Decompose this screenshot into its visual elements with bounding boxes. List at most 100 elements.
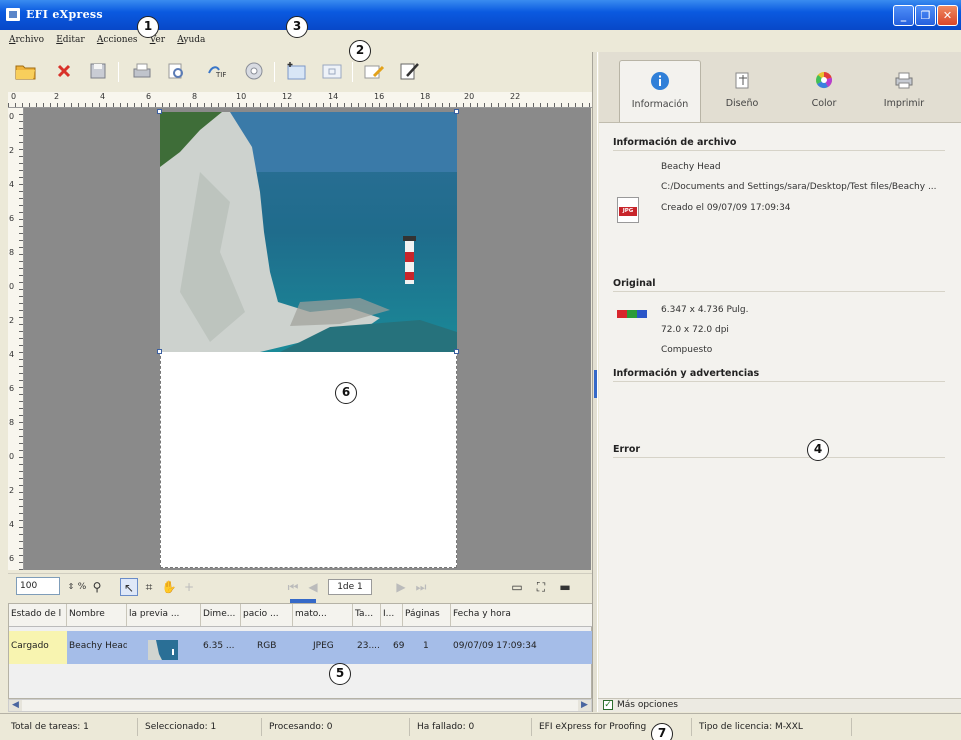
table-row[interactable]: Cargado Beachy Head 6.35 ... RGB JPEG 23… (9, 631, 593, 664)
dimensions-cell: 6.35 ... (203, 641, 235, 651)
horizontal-ruler: 0 2 4 6 8 10 12 14 16 18 20 22 (8, 92, 592, 108)
page-frame-icon[interactable] (320, 59, 344, 83)
ruler-label: 6 (9, 384, 15, 393)
zoom-input[interactable]: 100 (16, 577, 60, 595)
ruler-label: 20 (464, 92, 475, 101)
ruler-label: 0 (9, 282, 15, 291)
last-page-icon[interactable]: ⏭ (412, 578, 430, 596)
resize-handle[interactable] (157, 109, 162, 114)
divider (613, 150, 945, 151)
size-cell: 23.... (357, 641, 380, 651)
ruler-label: 0 (9, 452, 15, 461)
column-header[interactable]: la previa ... (127, 604, 201, 626)
column-header[interactable]: Ta... (353, 604, 381, 626)
jpg-file-label: JPG (619, 207, 637, 216)
fit-page-icon[interactable]: ⛶ (532, 578, 550, 596)
tab-color[interactable]: Color (783, 60, 865, 122)
column-header[interactable]: mato... (293, 604, 353, 626)
ruler-label: 22 (510, 92, 521, 101)
image-preview[interactable] (160, 112, 457, 352)
page-indicator[interactable]: 1de 1 (328, 579, 372, 595)
ruler-label: 6 (146, 92, 152, 101)
resize-handle[interactable] (157, 349, 162, 354)
more-options[interactable]: ✓ Más opciones (598, 698, 961, 712)
ruler-label: 8 (9, 418, 15, 427)
ruler-label: 2 (54, 92, 60, 101)
status-failed: Ha fallado: 0 (410, 718, 532, 736)
minimize-button[interactable]: _ (893, 5, 914, 26)
crosshair-icon[interactable]: + (180, 578, 198, 596)
error-title: Error (613, 444, 641, 455)
save-icon[interactable] (86, 59, 110, 83)
rgb-color-icon (617, 310, 647, 318)
ruler-label: 14 (328, 92, 339, 101)
select-arrow-icon[interactable]: ↖ (120, 578, 138, 596)
column-header[interactable]: pacio ... (241, 604, 293, 626)
full-screen-icon[interactable]: ▬ (556, 578, 574, 596)
resize-handle[interactable] (454, 349, 459, 354)
edit-icon[interactable] (362, 59, 386, 83)
column-header[interactable]: I... (381, 604, 403, 626)
column-header[interactable]: Fecha y hora (451, 604, 593, 626)
column-header[interactable]: Estado de l (9, 604, 67, 626)
panel-splitter-grip[interactable] (594, 370, 597, 398)
open-folder-icon[interactable] (14, 59, 38, 83)
main-toolbar: TIF (0, 52, 592, 90)
restore-button[interactable]: ❐ (915, 5, 936, 26)
disc-icon[interactable] (242, 59, 266, 83)
column-header[interactable]: Dime... (201, 604, 241, 626)
menu-acciones[interactable]: Acciones (97, 35, 138, 45)
first-page-icon[interactable]: ⏮ (284, 578, 302, 596)
datetime-cell: 09/07/09 17:09:34 (453, 641, 537, 651)
zoom-unit-label: % (77, 582, 87, 592)
zoom-magnifier-icon[interactable]: ⚲ (88, 578, 106, 596)
next-page-icon[interactable]: ▶ (392, 578, 410, 596)
delete-icon[interactable] (52, 59, 76, 83)
prev-page-icon[interactable]: ◀ (304, 578, 322, 596)
ruler-label: 4 (9, 350, 15, 359)
ruler-label: 16 (374, 92, 385, 101)
callout-4: 4 (807, 439, 829, 461)
fit-width-icon[interactable]: ▭ (508, 578, 526, 596)
ruler-label: 2 (9, 146, 15, 155)
tab-diseno[interactable]: Diseño (701, 60, 783, 122)
toolbar-separator (274, 62, 275, 82)
app-icon (6, 8, 20, 21)
tab-label: Color (811, 98, 837, 109)
menu-editar[interactable]: Editar (56, 35, 85, 45)
pan-hand-icon[interactable]: ✋ (160, 578, 178, 596)
color-wheel-icon (816, 72, 833, 89)
status-selected: Seleccionado: 1 (138, 718, 262, 736)
column-header[interactable]: Páginas (403, 604, 451, 626)
scroll-left-icon[interactable]: ◀ (9, 700, 22, 711)
menu-archivo[interactable]: Archivo (9, 35, 44, 45)
ruler-label: 6 (9, 554, 15, 563)
edit-alt-icon[interactable] (398, 59, 422, 83)
close-button[interactable]: ✕ (937, 5, 958, 26)
crop-icon[interactable]: ⌗ (140, 578, 158, 596)
menu-ayuda[interactable]: Ayuda (177, 35, 205, 45)
preview-icon[interactable] (164, 59, 188, 83)
tiff-export-icon[interactable]: TIF (206, 59, 230, 83)
checkbox-checked-icon[interactable]: ✓ (603, 700, 613, 710)
resize-handle[interactable] (454, 109, 459, 114)
status-bar: Total de tareas: 1 Seleccionado: 1 Proce… (0, 713, 961, 740)
horizontal-scrollbar[interactable]: ◀ ▶ (8, 699, 592, 712)
tab-label: Diseño (725, 98, 759, 109)
ruler-label: 18 (420, 92, 431, 101)
scroll-right-icon[interactable]: ▶ (578, 700, 591, 711)
tab-informacion[interactable]: Información (619, 60, 701, 122)
print-icon[interactable] (130, 59, 154, 83)
ruler-label: 4 (100, 92, 106, 101)
preview-canvas[interactable] (24, 108, 591, 570)
new-page-icon[interactable] (284, 59, 308, 83)
file-path: C:/Documents and Settings/sara/Desktop/T… (661, 182, 937, 192)
callout-3: 3 (286, 16, 308, 38)
ruler-label: 12 (282, 92, 293, 101)
tab-label: Información (631, 99, 689, 110)
job-list-header: Estado de l Nombre la previa ... Dime...… (9, 604, 593, 627)
job-list: Estado de l Nombre la previa ... Dime...… (8, 603, 593, 699)
tab-imprimir[interactable]: Imprimir (863, 60, 945, 122)
ruler-label: 10 (236, 92, 247, 101)
column-header[interactable]: Nombre (67, 604, 127, 626)
